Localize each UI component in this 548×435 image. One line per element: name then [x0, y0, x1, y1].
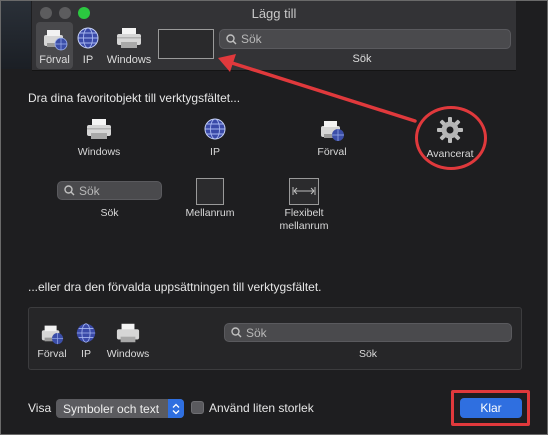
annotation-arrow: [218, 54, 417, 123]
